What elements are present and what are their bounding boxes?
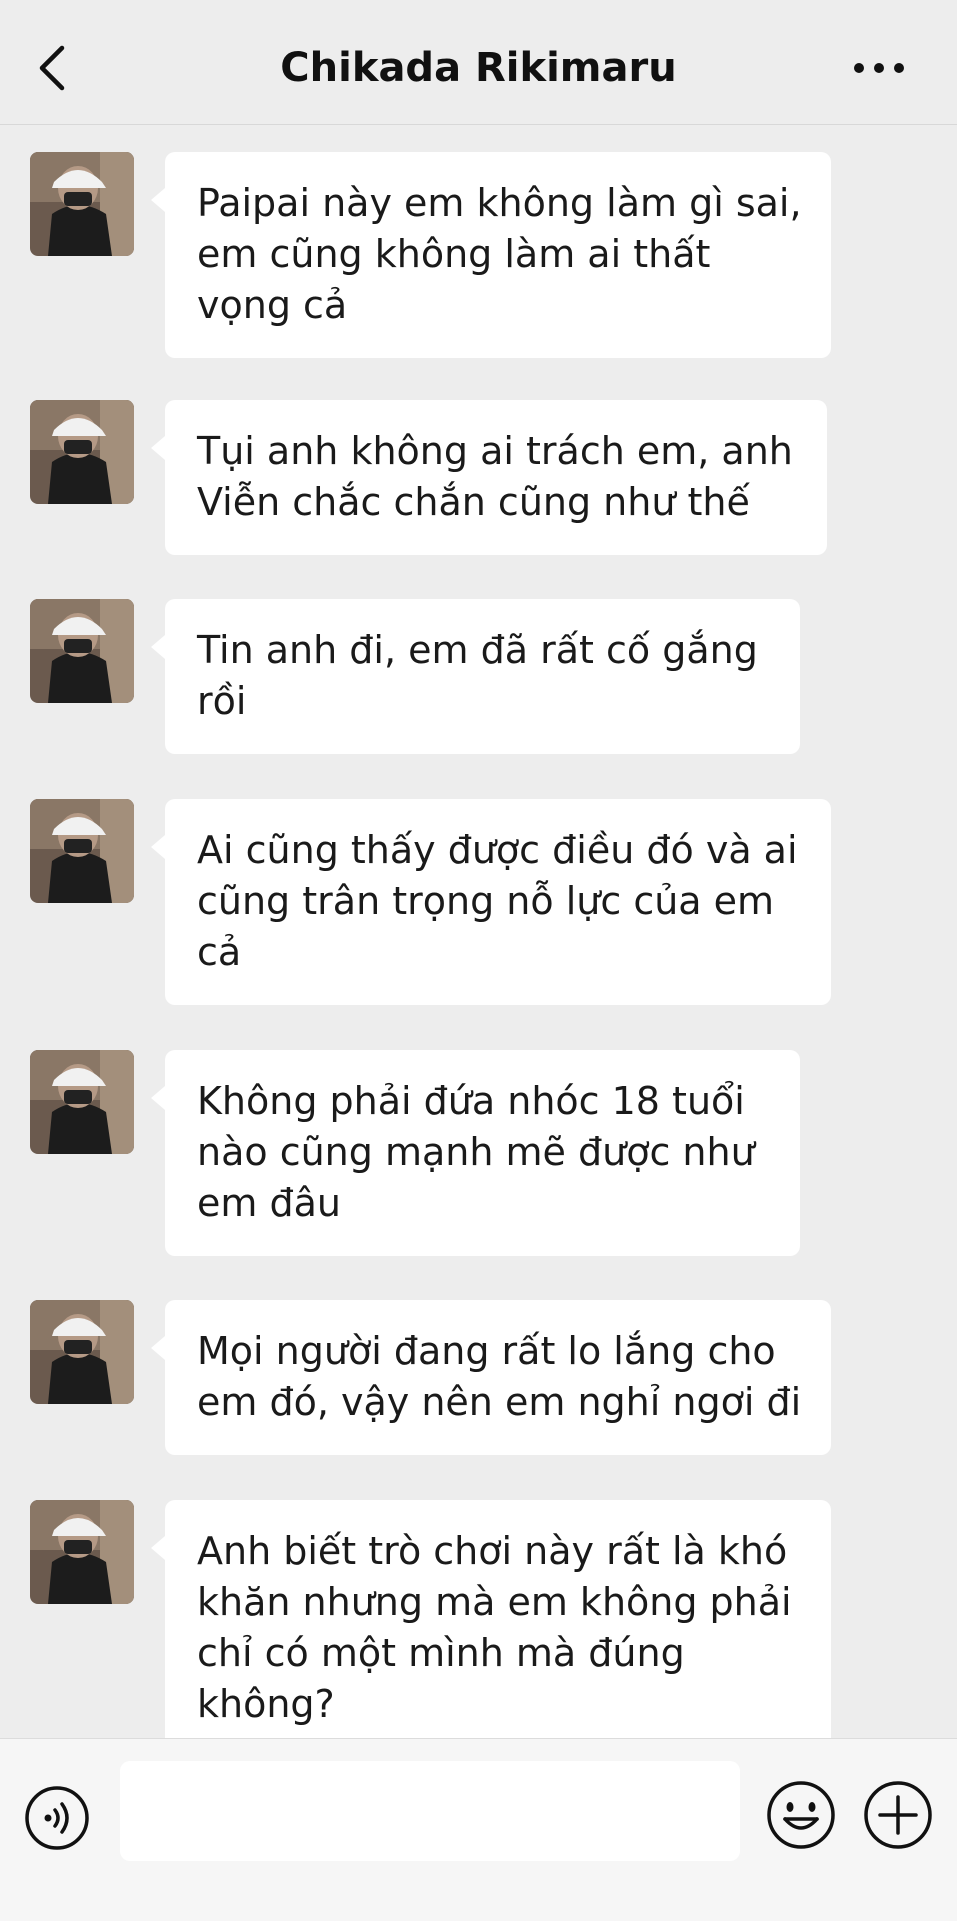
avatar[interactable] xyxy=(30,152,134,256)
message-bubble[interactable]: Ai cũng thấy được điều đó và ai cũng trâ… xyxy=(151,799,831,1005)
message-text: Paipai này em không làm gì sai, em cũng … xyxy=(197,181,802,327)
message-bubble[interactable]: Paipai này em không làm gì sai, em cũng … xyxy=(151,152,831,358)
avatar[interactable] xyxy=(30,400,134,504)
voice-button[interactable] xyxy=(24,1785,90,1851)
voice-icon xyxy=(25,1786,89,1850)
message-bubble[interactable]: Tin anh đi, em đã rất cố gắng rồi xyxy=(151,599,800,754)
chat-title: Chikada Rikimaru xyxy=(280,45,677,91)
message-text: Tụi anh không ai trách em, anh Viễn chắc… xyxy=(197,429,793,524)
input-bar xyxy=(0,1738,957,1921)
message-bubble[interactable]: Mọi người đang rất lo lắng cho em đó, vậ… xyxy=(151,1300,831,1455)
message-text: Không phải đứa nhóc 18 tuổi nào cũng mạn… xyxy=(197,1079,755,1225)
message-list[interactable]: Paipai này em không làm gì sai, em cũng … xyxy=(0,125,957,1738)
avatar[interactable] xyxy=(30,799,134,903)
chat-header: Chikada Rikimaru xyxy=(0,0,957,125)
plus-button[interactable] xyxy=(862,1779,934,1851)
message-text: Ai cũng thấy được điều đó và ai cũng trâ… xyxy=(197,828,798,974)
message-input[interactable] xyxy=(120,1761,740,1861)
message-bubble[interactable]: Anh biết trò chơi này rất là khó khăn nh… xyxy=(151,1500,831,1738)
more-options-button[interactable] xyxy=(851,56,907,80)
message-text: Mọi người đang rất lo lắng cho em đó, vậ… xyxy=(197,1329,802,1424)
message-text: Tin anh đi, em đã rất cố gắng rồi xyxy=(197,628,758,723)
more-horizontal-icon xyxy=(854,63,904,73)
message-bubble[interactable]: Tụi anh không ai trách em, anh Viễn chắc… xyxy=(151,400,827,555)
avatar[interactable] xyxy=(30,599,134,703)
avatar[interactable] xyxy=(30,1050,134,1154)
avatar[interactable] xyxy=(30,1500,134,1604)
emoji-button[interactable] xyxy=(765,1779,837,1851)
message-bubble[interactable]: Không phải đứa nhóc 18 tuổi nào cũng mạn… xyxy=(151,1050,800,1256)
emoji-icon xyxy=(767,1781,835,1849)
avatar[interactable] xyxy=(30,1300,134,1404)
message-text: Anh biết trò chơi này rất là khó khăn nh… xyxy=(197,1529,792,1726)
plus-icon xyxy=(864,1781,932,1849)
